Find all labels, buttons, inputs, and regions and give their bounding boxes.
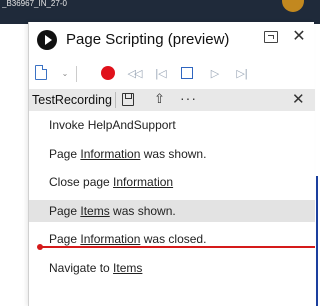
step-text: was shown. [140, 147, 207, 161]
step-item-selected[interactable]: Page Items was shown. [29, 200, 315, 222]
recording-name: TestRecording [32, 93, 112, 107]
step-text: was closed. [140, 232, 207, 246]
page-link[interactable]: Items [113, 261, 142, 275]
step-text: Close page [49, 175, 114, 189]
share-icon[interactable]: ⇧ [154, 91, 165, 107]
host-title: _B36967_IN_27-0 [2, 0, 67, 8]
dock-icon[interactable] [264, 31, 278, 43]
recording-divider [115, 92, 116, 108]
skip-end-icon: ▷| [236, 67, 248, 80]
step-back-icon: |◁ [155, 67, 167, 80]
more-options-icon[interactable]: ··· [180, 90, 197, 106]
save-icon[interactable] [122, 93, 134, 106]
page-scripting-pane: Page Scripting (preview) ✕ ⌄ ◁◁ |◁ ▷ ▷| … [28, 22, 315, 306]
avatar[interactable] [282, 0, 304, 12]
step-item[interactable]: Page Information was shown. [29, 143, 315, 165]
step-text: Navigate to [49, 261, 114, 275]
host-left-area [0, 24, 28, 306]
step-item[interactable]: Close page Information [29, 171, 315, 193]
host-app-topbar: _B36967_IN_27-0 [0, 0, 320, 24]
close-icon[interactable]: ✕ [291, 28, 307, 46]
close-recording-icon[interactable]: ✕ [292, 90, 305, 108]
step-text: was shown. [109, 204, 176, 218]
insertion-line [39, 246, 315, 248]
stop-icon[interactable] [181, 67, 193, 79]
recording-bar: TestRecording ⇧ ··· ✕ [29, 89, 315, 111]
step-item[interactable]: Navigate to Items [29, 257, 315, 279]
play-circle-icon [37, 30, 57, 50]
pane-header: Page Scripting (preview) ✕ [29, 22, 315, 58]
insertion-dot [37, 244, 43, 250]
step-item[interactable]: Invoke HelpAndSupport [29, 114, 315, 136]
recording-toolbar: ⌄ ◁◁ |◁ ▷ ▷| [29, 60, 315, 86]
chevron-down-icon[interactable]: ⌄ [61, 64, 69, 82]
record-icon[interactable] [101, 66, 115, 80]
page-link[interactable]: Information [80, 232, 140, 246]
pane-title: Page Scripting (preview) [66, 31, 230, 48]
rewind-icon: ◁◁ [127, 67, 143, 80]
step-text: Page [49, 147, 81, 161]
step-text: Page [49, 232, 81, 246]
step-text: Page [49, 204, 81, 218]
step-text: Invoke HelpAndSupport [49, 118, 176, 132]
play-icon: ▷ [210, 67, 220, 80]
new-file-icon[interactable] [35, 65, 47, 80]
page-link[interactable]: Items [80, 204, 109, 218]
toolbar-divider [76, 66, 77, 82]
page-link[interactable]: Information [113, 175, 173, 189]
host-focus-border [316, 176, 318, 306]
page-link[interactable]: Information [80, 147, 140, 161]
